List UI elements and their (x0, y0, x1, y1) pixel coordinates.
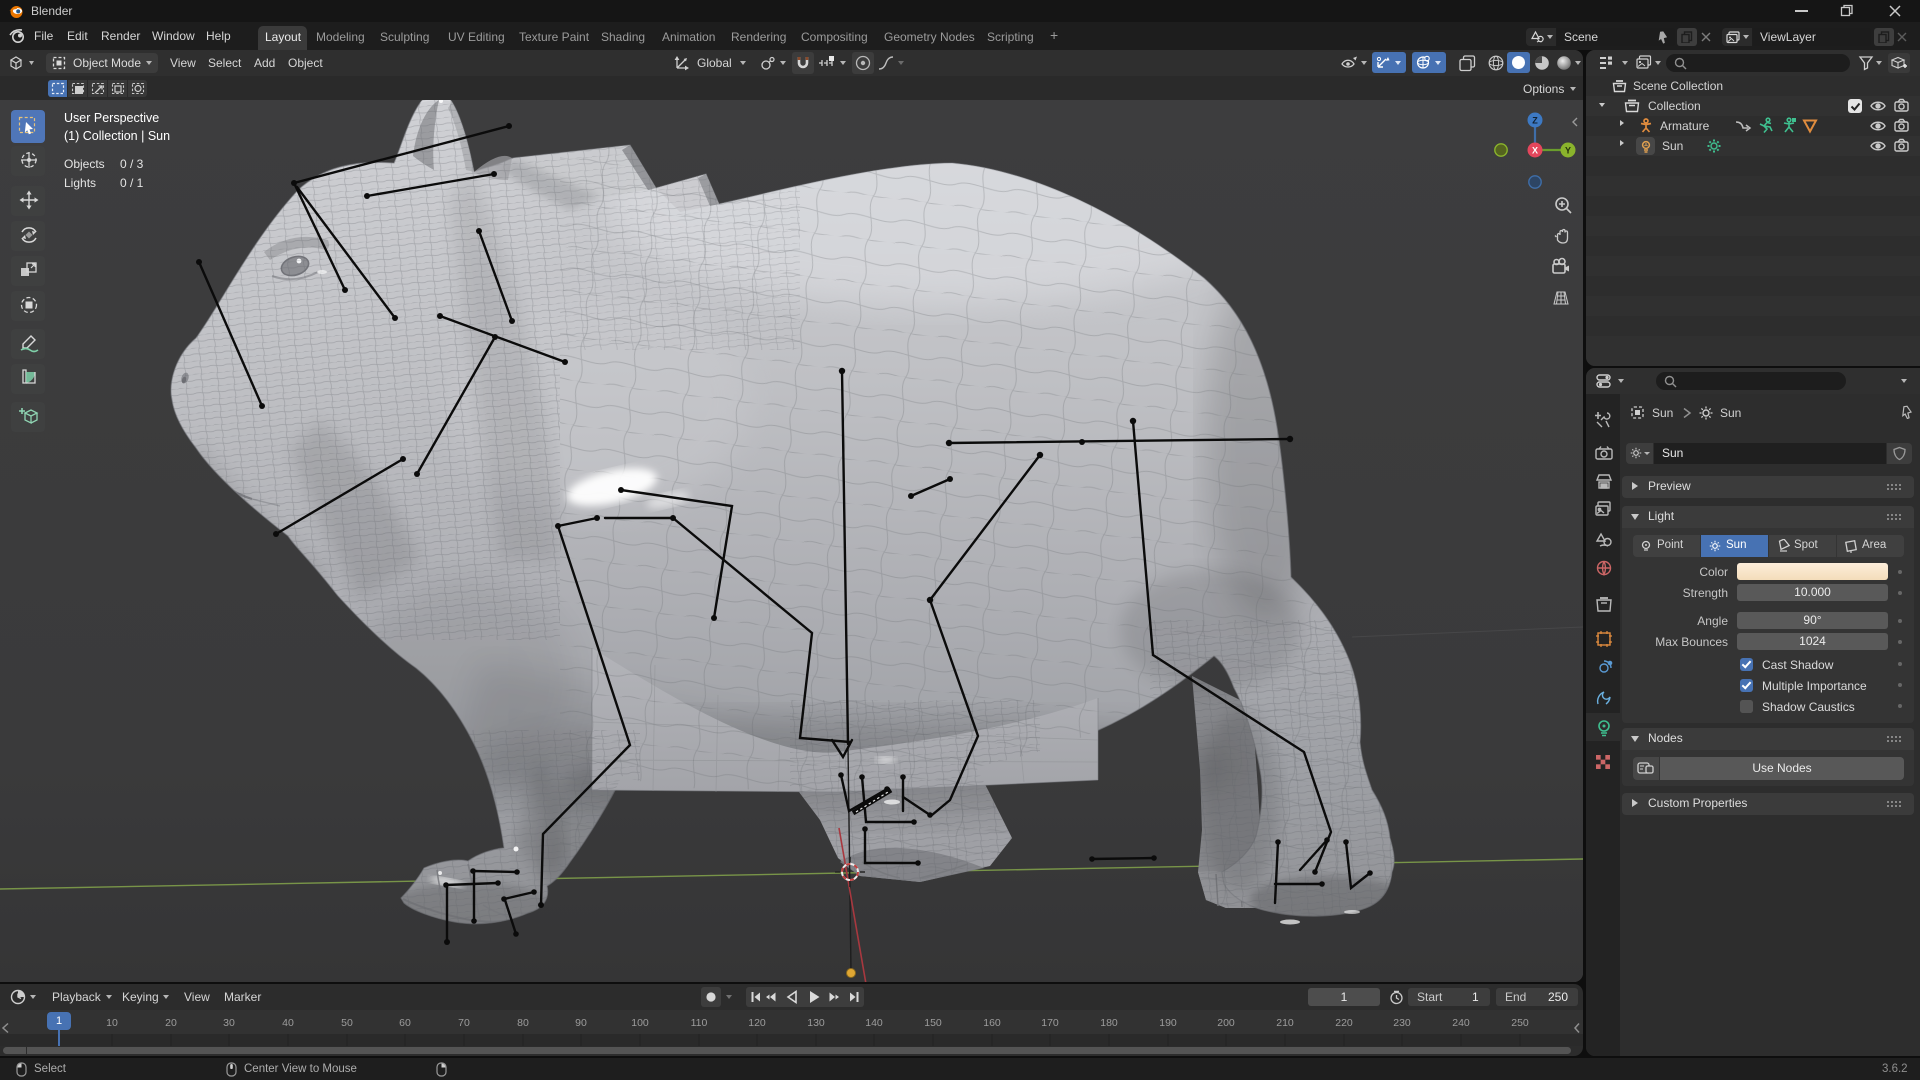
svg-text:230: 230 (1393, 1017, 1411, 1029)
svg-text:X: X (1532, 146, 1538, 156)
svg-text:120: 120 (748, 1017, 766, 1029)
svg-text:100: 100 (631, 1017, 649, 1029)
svg-text:140: 140 (865, 1017, 883, 1029)
svg-text:90: 90 (575, 1017, 587, 1029)
svg-text:210: 210 (1276, 1017, 1294, 1029)
svg-text:220: 220 (1335, 1017, 1353, 1029)
svg-text:10: 10 (106, 1017, 118, 1029)
svg-text:60: 60 (399, 1017, 411, 1029)
svg-text:20: 20 (165, 1017, 177, 1029)
svg-text:200: 200 (1217, 1017, 1235, 1029)
svg-text:30: 30 (223, 1017, 235, 1029)
svg-text:180: 180 (1100, 1017, 1118, 1029)
svg-text:50: 50 (341, 1017, 353, 1029)
svg-text:40: 40 (282, 1017, 294, 1029)
svg-text:Z: Z (1532, 116, 1538, 126)
svg-text:110: 110 (691, 1017, 708, 1029)
svg-text:70: 70 (458, 1017, 470, 1029)
svg-text:Y: Y (1565, 146, 1571, 156)
svg-text:150: 150 (924, 1017, 942, 1029)
svg-text:80: 80 (517, 1017, 529, 1029)
svg-text:240: 240 (1452, 1017, 1470, 1029)
svg-text:130: 130 (807, 1017, 825, 1029)
svg-text:160: 160 (983, 1017, 1001, 1029)
svg-text:250: 250 (1511, 1017, 1529, 1029)
svg-text:190: 190 (1159, 1017, 1177, 1029)
svg-text:170: 170 (1041, 1017, 1059, 1029)
